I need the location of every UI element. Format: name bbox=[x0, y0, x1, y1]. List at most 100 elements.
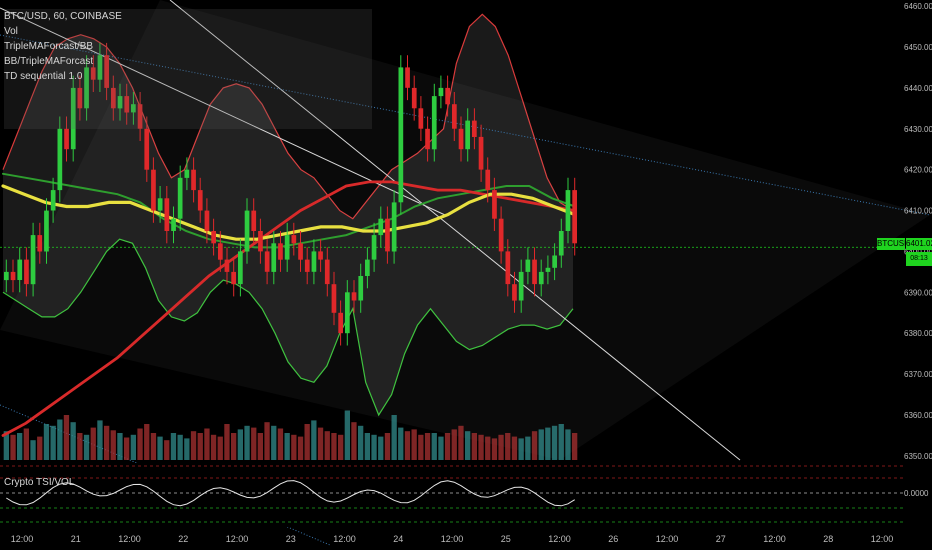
candle-body bbox=[378, 218, 384, 236]
volume-bar bbox=[518, 438, 524, 460]
volume-bar bbox=[104, 425, 110, 460]
volume-bar bbox=[17, 433, 23, 460]
candle-body bbox=[525, 259, 531, 272]
legend-item-triplema-bb[interactable]: TripleMAForcast/BB bbox=[4, 39, 372, 54]
candle-body bbox=[258, 231, 263, 252]
time-tick-label: 24 bbox=[393, 534, 403, 544]
candle-body bbox=[505, 251, 511, 285]
candle-body bbox=[204, 210, 210, 231]
volume-bar bbox=[124, 437, 130, 460]
candle-body bbox=[485, 169, 491, 191]
time-tick-label: 12:00 bbox=[548, 534, 571, 544]
candle-body bbox=[465, 120, 470, 150]
volume-bar bbox=[478, 434, 484, 460]
volume-bar bbox=[237, 429, 243, 460]
price-tag-value: 6401.02 bbox=[906, 238, 932, 250]
price-tick-label: 6430.00 bbox=[904, 125, 932, 134]
volume-bar bbox=[184, 438, 190, 460]
candle-body bbox=[518, 271, 524, 301]
volume-bar bbox=[538, 429, 544, 460]
volume-bar bbox=[331, 433, 337, 460]
time-tick-label: 12:00 bbox=[118, 534, 141, 544]
volume-bar bbox=[485, 436, 491, 460]
legend-symbol[interactable]: BTC/USD, 60, COINBASE bbox=[4, 9, 372, 24]
candle-body bbox=[251, 210, 257, 231]
volume-bar bbox=[304, 424, 310, 460]
price-tick-label: 6410.00 bbox=[904, 207, 932, 216]
time-tick-label: 12:00 bbox=[226, 534, 249, 544]
volume-bar bbox=[251, 427, 257, 460]
candle-body bbox=[572, 190, 577, 244]
volume-bar bbox=[90, 427, 96, 460]
price-tick-label: 6370.00 bbox=[904, 370, 932, 379]
volume-bar bbox=[244, 425, 250, 460]
price-tick-label: 6440.00 bbox=[904, 84, 932, 93]
legend-item-vol[interactable]: Vol bbox=[4, 24, 372, 39]
candle-body bbox=[157, 198, 163, 211]
time-tick-label: 26 bbox=[608, 534, 618, 544]
volume-bar bbox=[257, 433, 263, 460]
candle-body bbox=[291, 235, 297, 244]
volume-bar bbox=[391, 415, 397, 460]
time-tick-label: 12:00 bbox=[441, 534, 464, 544]
volume-bar bbox=[297, 436, 304, 460]
volume-bar bbox=[210, 434, 217, 460]
candle-body bbox=[304, 259, 310, 272]
volume-bar bbox=[498, 434, 504, 460]
volume-bar bbox=[411, 429, 417, 460]
volume-bar bbox=[398, 427, 404, 460]
price-tag-symbol: BTCUSD bbox=[877, 238, 910, 250]
candle-body bbox=[44, 210, 49, 252]
volume-bar bbox=[444, 433, 451, 460]
candle-body bbox=[171, 218, 176, 231]
candle-body bbox=[358, 276, 364, 301]
time-tick-label: 22 bbox=[178, 534, 188, 544]
legend-item-td-sequential[interactable]: TD sequential 1.0 bbox=[4, 69, 372, 84]
time-tick-label: 12:00 bbox=[11, 534, 34, 544]
volume-bar bbox=[264, 422, 270, 460]
oscillator-label[interactable]: Crypto TSI/VOL bbox=[4, 477, 74, 488]
candle-body bbox=[545, 267, 551, 272]
volume-bar bbox=[525, 436, 531, 460]
volume-bar bbox=[83, 434, 90, 460]
volume-bar bbox=[451, 429, 457, 460]
volume-bar bbox=[224, 424, 230, 460]
volume-bar bbox=[284, 433, 290, 460]
candle-body bbox=[512, 284, 517, 301]
volume-bar bbox=[351, 422, 357, 460]
volume-bar bbox=[217, 436, 223, 460]
candle-body bbox=[151, 169, 156, 211]
candle-body bbox=[218, 243, 223, 260]
volume-bar bbox=[404, 431, 411, 460]
candle-body bbox=[197, 190, 203, 211]
indicator-legend: BTC/USD, 60, COINBASE Vol TripleMAForcas… bbox=[4, 9, 372, 129]
volume-bar bbox=[565, 429, 571, 460]
price-tick-label: 6380.00 bbox=[904, 329, 932, 338]
candle-body bbox=[298, 243, 303, 260]
candle-body bbox=[472, 120, 477, 137]
candle-body bbox=[371, 235, 377, 260]
time-tick-label: 23 bbox=[286, 534, 296, 544]
volume-bar bbox=[97, 420, 103, 460]
price-tick-label: 6360.00 bbox=[904, 411, 932, 420]
volume-bar bbox=[551, 425, 558, 460]
volume-bar bbox=[197, 433, 203, 460]
candle-body bbox=[532, 259, 537, 285]
time-tick-label: 27 bbox=[716, 534, 726, 544]
volume-bar bbox=[63, 415, 70, 460]
time-tick-label: 25 bbox=[501, 534, 511, 544]
time-tick-label: 28 bbox=[823, 534, 833, 544]
volume-bar bbox=[37, 436, 43, 460]
candle-body bbox=[164, 198, 170, 231]
volume-bar bbox=[471, 433, 477, 460]
volume-bar bbox=[157, 436, 163, 460]
volume-bar bbox=[431, 433, 437, 460]
candle-body bbox=[57, 128, 63, 191]
volume-bar bbox=[23, 428, 29, 460]
legend-item-bb-triplema[interactable]: BB/TripleMAForcast bbox=[4, 54, 372, 69]
volume-bar bbox=[10, 434, 16, 460]
candle-body bbox=[478, 136, 484, 170]
candle-body bbox=[144, 128, 150, 170]
volume-bar bbox=[491, 438, 498, 460]
volume-bar bbox=[144, 424, 150, 460]
